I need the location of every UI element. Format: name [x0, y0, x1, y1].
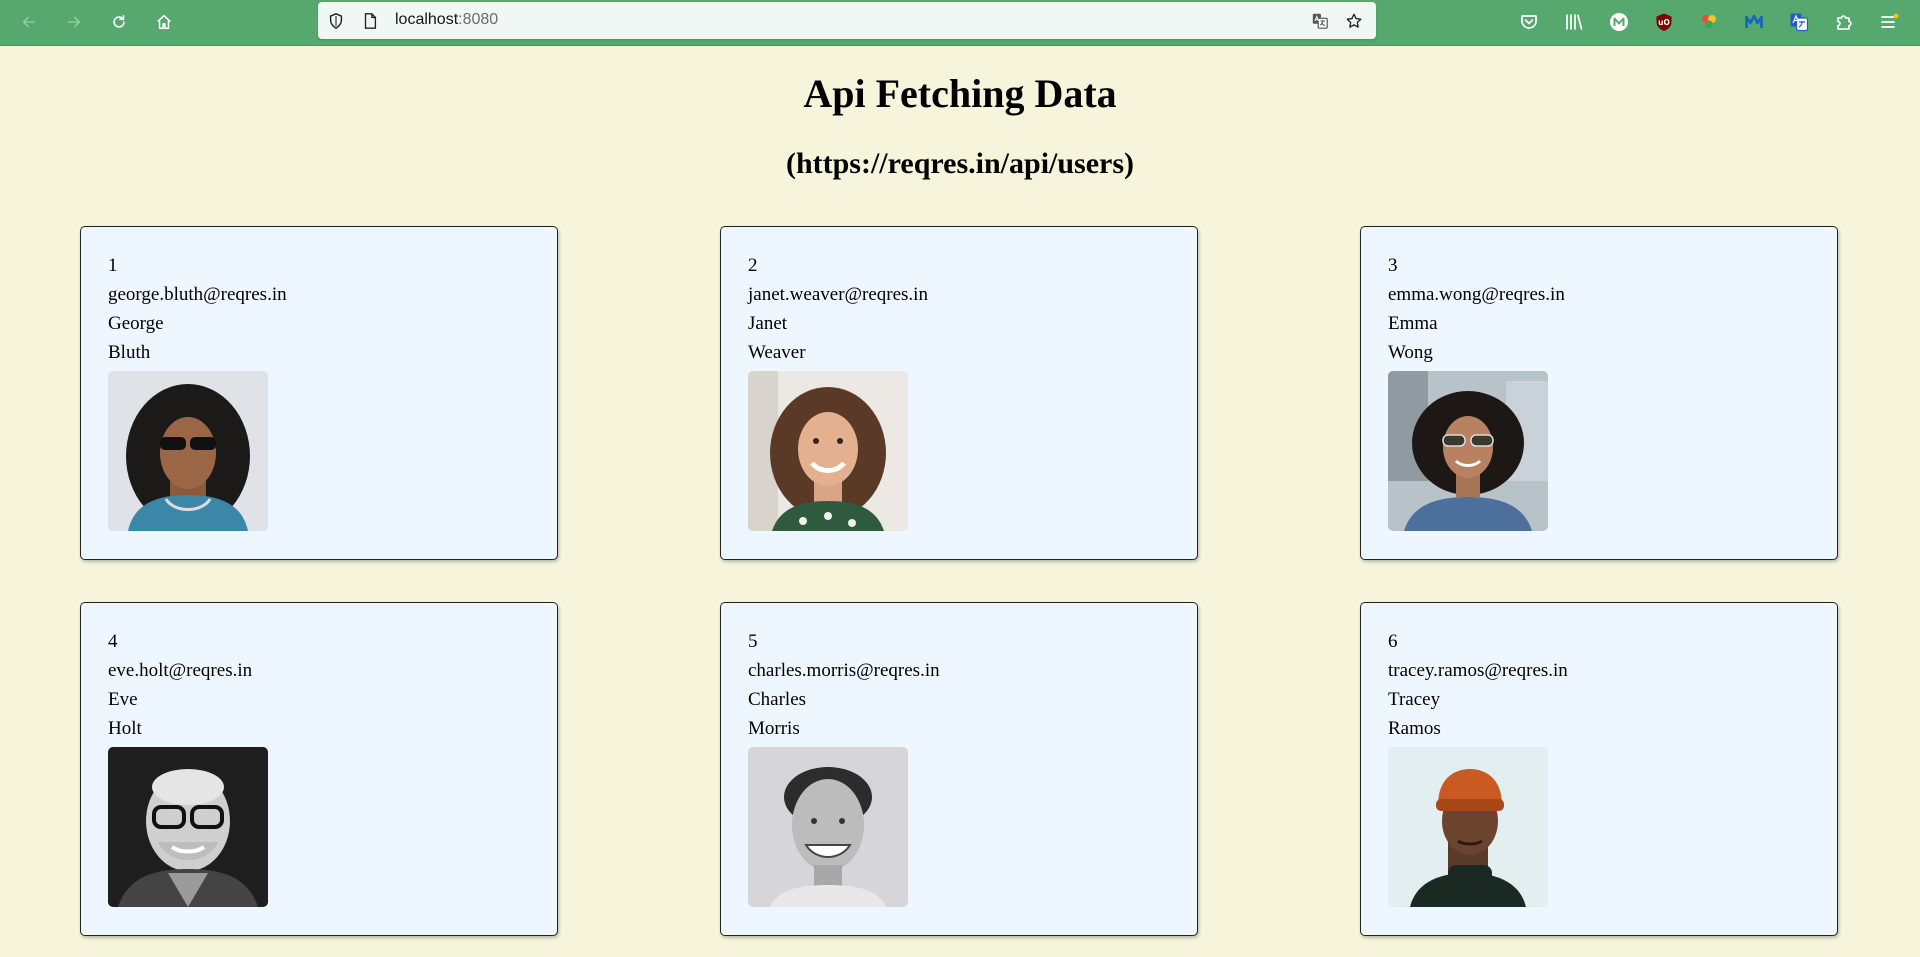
bookmark-star-icon[interactable]	[1344, 11, 1364, 31]
user-last-name: Morris	[748, 718, 800, 739]
user-last-name: Holt	[108, 718, 142, 739]
user-email: janet.weaver@reqres.in	[748, 284, 928, 305]
translate-extension-button[interactable]	[1786, 9, 1812, 35]
user-first-name: Emma	[1388, 313, 1438, 334]
reload-icon	[113, 14, 125, 28]
page-icon[interactable]	[360, 11, 380, 31]
pocket-icon	[1521, 15, 1537, 29]
hamburger-menu-icon	[1881, 13, 1899, 28]
user-first-name: Charles	[748, 689, 807, 710]
user-avatar	[108, 747, 268, 907]
user-avatar	[1388, 371, 1548, 531]
back-button[interactable]	[16, 9, 42, 35]
user-email: eve.holt@reqres.in	[108, 660, 253, 681]
user-last-name: Weaver	[748, 342, 806, 363]
user-id: 5	[748, 631, 758, 652]
puzzle-icon	[1837, 15, 1852, 30]
url-port: :8080	[458, 11, 499, 28]
malwarebytes-icon	[1745, 14, 1763, 28]
palette-icon	[1702, 15, 1716, 29]
ublock-icon: uO	[1656, 13, 1672, 31]
user-card: 5 charles.morris@reqres.in Charles Morri…	[720, 602, 1198, 936]
user-first-name: Janet	[748, 313, 788, 334]
user-card: 6 tracey.ramos@reqres.in Tracey Ramos	[1360, 602, 1838, 936]
user-email: charles.morris@reqres.in	[748, 660, 940, 681]
menu-button[interactable]	[1876, 9, 1902, 35]
svg-text:uO: uO	[1658, 18, 1670, 27]
m-extension-icon	[1610, 13, 1628, 31]
user-last-name: Ramos	[1388, 718, 1441, 739]
user-avatar	[108, 371, 268, 531]
malwarebytes-button[interactable]	[1741, 9, 1767, 35]
user-last-name: Bluth	[108, 342, 151, 363]
address-bar[interactable]: localhost:8080	[318, 2, 1376, 39]
user-id: 2	[748, 255, 758, 276]
color-extension-button[interactable]	[1696, 9, 1722, 35]
user-card: 1 george.bluth@reqres.in George Bluth	[80, 226, 558, 560]
translate-extension-icon	[1790, 13, 1809, 32]
translate-icon[interactable]	[1310, 11, 1330, 31]
url-host: localhost	[395, 11, 459, 28]
m-extension-button[interactable]	[1606, 9, 1632, 35]
page-subtitle: (https://reqres.in/api/users)	[785, 147, 1135, 180]
browser-toolbar: localhost:8080 uO	[0, 0, 1920, 46]
user-first-name: George	[108, 313, 164, 334]
arrow-right-icon	[67, 16, 81, 28]
page-title: Api Fetching Data	[803, 71, 1117, 116]
extensions-button[interactable]	[1831, 9, 1857, 35]
user-email: tracey.ramos@reqres.in	[1388, 660, 1568, 681]
library-button[interactable]	[1561, 9, 1587, 35]
reload-button[interactable]	[106, 9, 132, 35]
user-last-name: Wong	[1388, 342, 1433, 363]
library-icon	[1566, 14, 1583, 30]
home-icon	[157, 14, 171, 30]
user-id: 6	[1388, 631, 1398, 652]
user-card: 2 janet.weaver@reqres.in Janet Weaver	[720, 226, 1198, 560]
user-avatar	[748, 747, 908, 907]
user-email: george.bluth@reqres.in	[108, 284, 287, 305]
user-id: 1	[108, 255, 118, 276]
user-avatar	[748, 371, 908, 531]
home-button[interactable]	[151, 9, 177, 35]
user-id: 4	[108, 631, 118, 652]
user-email: emma.wong@reqres.in	[1388, 284, 1565, 305]
user-card: 3 emma.wong@reqres.in Emma Wong	[1360, 226, 1838, 560]
pocket-button[interactable]	[1516, 9, 1542, 35]
user-id: 3	[1388, 255, 1398, 276]
ublock-button[interactable]: uO	[1651, 9, 1677, 35]
url-text[interactable]: localhost:8080	[395, 11, 498, 29]
user-card: 4 eve.holt@reqres.in Eve Holt	[80, 602, 558, 936]
shield-icon[interactable]	[326, 11, 346, 31]
user-first-name: Eve	[108, 689, 138, 710]
arrow-left-icon	[22, 16, 36, 28]
user-first-name: Tracey	[1388, 689, 1441, 710]
forward-button[interactable]	[61, 9, 87, 35]
user-avatar	[1388, 747, 1548, 907]
